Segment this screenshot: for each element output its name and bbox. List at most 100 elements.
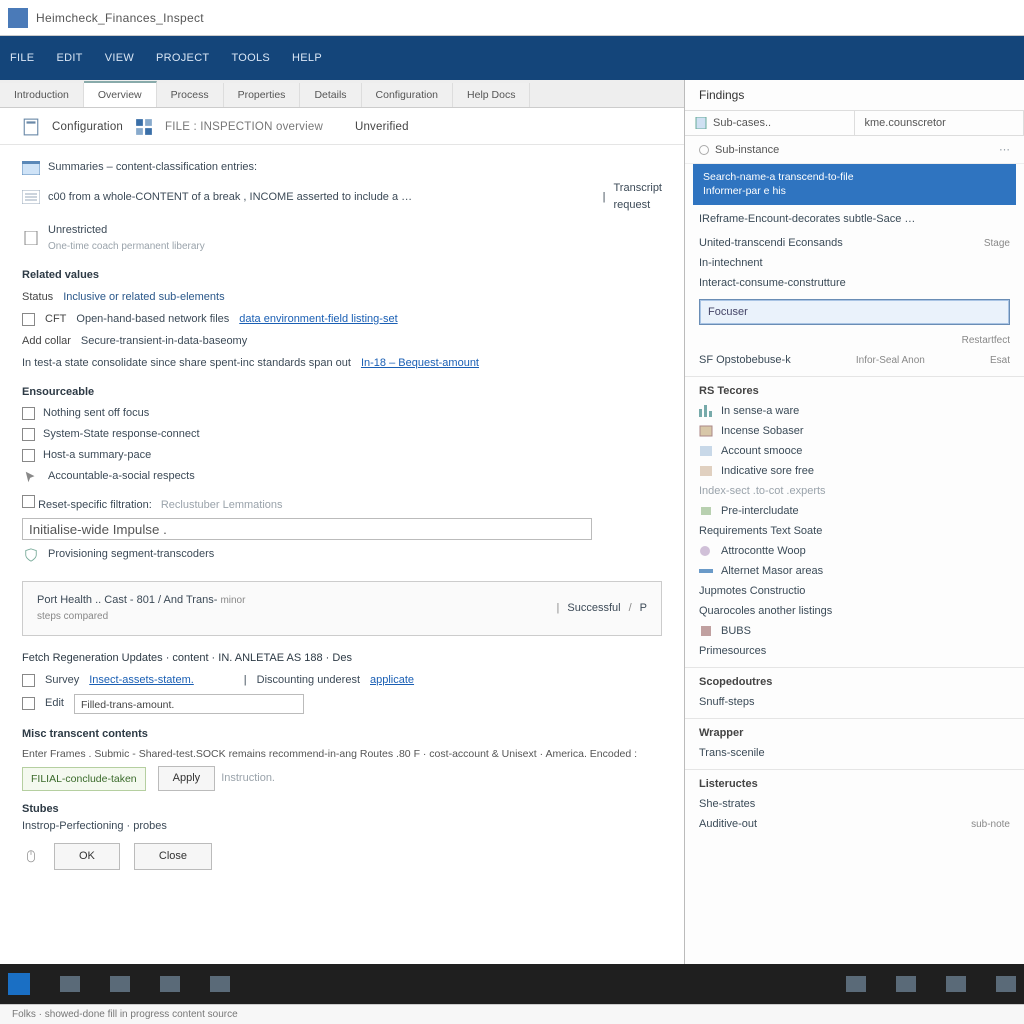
square2-icon [699, 445, 713, 457]
rp-r1[interactable]: In sense-a ware [721, 405, 799, 417]
param-cft-checkbox[interactable] [22, 313, 35, 326]
taskbar-app-4[interactable] [210, 976, 230, 992]
right-panel-list[interactable]: United-transcendi Econsands Stage In-inte… [685, 229, 1024, 964]
menubar: FILE EDIT VIEW PROJECT TOOLS HELP [0, 36, 1024, 80]
document-icon [22, 118, 40, 136]
rel-r2-input[interactable]: Filled-trans-amount. [74, 694, 304, 714]
start-button[interactable] [8, 973, 30, 995]
menu-project[interactable]: PROJECT [156, 52, 209, 64]
list-chrome-icon [22, 190, 40, 204]
filter-label: Sub-instance [715, 144, 779, 156]
circle-icon [699, 545, 713, 557]
right-panel-selected-item[interactable]: Search-name-a transcend-to-file Informer… [693, 164, 1016, 205]
sel-line1: Search-name-a transcend-to-file [703, 171, 1006, 185]
rp-m1[interactable]: Trans-scenile [699, 747, 765, 759]
rp-r11[interactable]: Quarocoles another listings [699, 605, 832, 617]
section-related-values: Related values [22, 267, 662, 284]
rel-r1-right-link[interactable]: applicate [370, 672, 414, 689]
param-article-link[interactable]: In-18 – Bequest-amount [361, 355, 479, 372]
search-cell-2[interactable]: kme.counscretor [855, 111, 1024, 135]
rp-r4[interactable]: Indicative sore free [721, 465, 814, 477]
tab-details[interactable]: Details [300, 83, 361, 107]
misc-green-chip[interactable]: FILIAL-conclude-taken [22, 767, 146, 791]
param-cft-link[interactable]: data environment-field listing-set [239, 311, 397, 328]
tab-configuration[interactable]: Configuration [362, 83, 453, 107]
menu-tools[interactable]: TOOLS [231, 52, 270, 64]
menu-edit[interactable]: EDIT [56, 52, 82, 64]
rp-r5[interactable]: Index-sect .to-cot .experts [699, 485, 826, 497]
apply-button[interactable]: Apply [158, 766, 216, 791]
rp-r12[interactable]: BUBS [721, 625, 751, 637]
window-title: Heimcheck_Finances_Inspect [36, 11, 204, 25]
rp-i2[interactable]: In-intechnent [699, 257, 763, 269]
rp-i1-note: Stage [984, 238, 1010, 249]
param-article-text: In test-a state consolidate since share … [22, 355, 351, 372]
assert-1-text: Nothing sent off focus [43, 405, 149, 422]
taskbar-tray-1[interactable] [846, 976, 866, 992]
page-icon [695, 117, 707, 129]
reset-checkbox[interactable] [22, 495, 35, 508]
menu-view[interactable]: VIEW [105, 52, 134, 64]
provisioning-label: Provisioning segment-transcoders [48, 546, 214, 563]
rp-r10[interactable]: Jupmotes Constructio [699, 585, 805, 597]
main-pane: Introduction Overview Process Properties… [0, 80, 684, 964]
cube-icon [699, 625, 713, 637]
rel-r2-label: Edit [45, 695, 64, 712]
rp-i4[interactable]: SF Opstobebuse-k [699, 354, 791, 366]
rel-r1-link[interactable]: Insect-assets-statem. [89, 672, 194, 689]
rp-l2[interactable]: Auditive-out [699, 818, 757, 830]
header-tag: Unverified [355, 121, 409, 133]
document-header: Configuration FILE : INSPECTION overview… [0, 108, 684, 145]
panel-sub-text: steps compared [37, 609, 245, 625]
taskbar-app-2[interactable] [110, 976, 130, 992]
assert-4-text: Accountable-a-social respects [48, 468, 195, 485]
rp-s1[interactable]: Snuff-steps [699, 696, 754, 708]
rp-r6[interactable]: Pre-intercludate [721, 505, 799, 517]
tag-icon [699, 505, 713, 517]
taskbar [0, 964, 1024, 1004]
status-panel: Port Health .. Cast - 801 / And Trans- m… [22, 581, 662, 636]
band-icon [699, 565, 713, 577]
taskbar-tray-2[interactable] [896, 976, 916, 992]
rel-r2-checkbox[interactable] [22, 697, 35, 710]
reset-field-input[interactable] [22, 518, 592, 540]
statusbar: Folks · showed-done fill in progress con… [0, 1004, 1024, 1024]
rp-r7[interactable]: Requirements Text Soate [699, 525, 822, 537]
radio-icon[interactable] [699, 145, 709, 155]
rel-r1-checkbox[interactable] [22, 674, 35, 687]
tab-overview[interactable]: Overview [84, 81, 157, 107]
panel-status-text: Successful [567, 600, 620, 617]
taskbar-tray-3[interactable] [946, 976, 966, 992]
taskbar-app-3[interactable] [160, 976, 180, 992]
menu-file[interactable]: FILE [10, 52, 34, 64]
tab-process[interactable]: Process [157, 83, 224, 107]
menu-help[interactable]: HELP [292, 52, 322, 64]
assert-2-checkbox[interactable] [22, 428, 35, 441]
body-line2b: Transcript request [614, 180, 663, 214]
sel-line2: Informer-par e his [703, 185, 1006, 199]
assert-3-checkbox[interactable] [22, 449, 35, 462]
taskbar-tray-4[interactable] [996, 976, 1016, 992]
param-cft-label: CFT [45, 311, 66, 328]
rp-r3[interactable]: Account smooce [721, 445, 802, 457]
rp-l1[interactable]: She-strates [699, 798, 755, 810]
rp-r13[interactable]: Primesources [699, 645, 766, 657]
tab-help-docs[interactable]: Help Docs [453, 83, 530, 107]
grid-icon [135, 118, 153, 136]
rp-r2[interactable]: Incense Sobaser [721, 425, 804, 437]
taskbar-app-1[interactable] [60, 976, 80, 992]
tab-introduction[interactable]: Introduction [0, 83, 84, 107]
rp-focus-input[interactable]: Focuser [699, 299, 1010, 325]
rp-r9[interactable]: Alternet Masor areas [721, 565, 823, 577]
rp-i3[interactable]: Interact-consume-construtture [699, 277, 846, 289]
close-button[interactable]: Close [134, 843, 212, 870]
search-cell-1[interactable]: Sub-cases.. [685, 111, 855, 135]
tab-properties[interactable]: Properties [224, 83, 301, 107]
ok-button[interactable]: OK [54, 843, 120, 870]
right-panel-filter-row: Sub-instance ⋯ [685, 136, 1024, 164]
right-panel: Findings Sub-cases.. kme.counscretor Sub… [684, 80, 1024, 964]
rp-r8[interactable]: Attrocontte Woop [721, 545, 806, 557]
rp-i1[interactable]: United-transcendi Econsands [699, 237, 843, 249]
assert-1-checkbox[interactable] [22, 407, 35, 420]
search2-text: kme.counscretor [865, 117, 946, 129]
